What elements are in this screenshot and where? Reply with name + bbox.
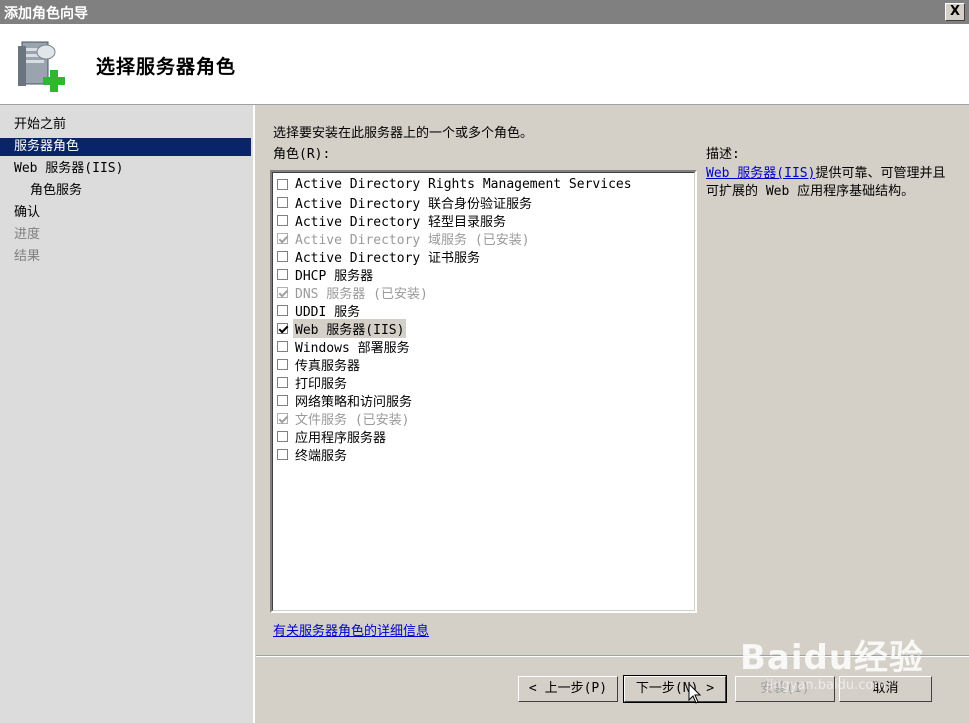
role-item[interactable]: Active Directory 联合身份验证服务 [277,193,533,212]
role-checkbox [277,286,288,298]
role-item[interactable]: UDDI 服务 [277,301,361,320]
role-checkbox[interactable] [277,322,288,334]
role-checkbox[interactable] [277,196,288,208]
next-button[interactable]: 下一步(N) > [623,675,727,703]
role-checkbox[interactable] [277,268,288,280]
role-checkbox[interactable] [277,376,288,388]
role-label: Windows 部署服务 [295,340,410,356]
role-item[interactable]: 传真服务器 [277,355,361,374]
install-button[interactable]: 安装(I) [735,676,835,702]
instruction-text: 选择要安装在此服务器上的一个或多个角色。 [273,126,534,141]
title-bar: 添加角色向导 X [0,0,969,24]
role-item[interactable]: DHCP 服务器 [277,265,374,284]
role-item[interactable]: Active Directory 证书服务 [277,247,481,266]
role-label: 终端服务 [295,448,348,464]
server-add-icon [18,41,65,92]
roles-list[interactable]: Active Directory Rights Management Servi… [270,170,697,613]
role-item[interactable]: 终端服务 [277,445,348,464]
role-label: Active Directory 轻型目录服务 [295,214,507,230]
role-label: Active Directory 域服务 (已安装) [295,232,530,248]
role-item[interactable]: Active Directory Rights Management Servi… [277,175,632,193]
role-label: DHCP 服务器 [295,268,374,284]
main-panel: 选择要安装在此服务器上的一个或多个角色。 角色(R): Active Direc… [256,105,969,655]
role-item: 文件服务 (已安装) [277,409,410,428]
role-label: Web 服务器(IIS) [293,318,407,338]
role-label: 应用程序服务器 [295,430,387,446]
step-role-services[interactable]: 角色服务 [0,182,251,200]
mouse-cursor-icon [688,683,702,704]
role-checkbox[interactable] [277,340,288,352]
role-checkbox[interactable] [277,358,288,370]
close-button[interactable]: X [945,3,965,21]
role-checkbox[interactable] [277,430,288,442]
back-button[interactable]: < 上一步(P) [518,676,618,702]
role-item[interactable]: 应用程序服务器 [277,427,387,446]
role-item[interactable]: 网络策略和访问服务 [277,391,413,410]
roles-label: 角色(R): [273,147,331,162]
role-item: DNS 服务器 (已安装) [277,283,428,302]
step-web-server[interactable]: Web 服务器(IIS) [0,160,251,178]
footer-divider [256,655,969,657]
more-info-link[interactable]: 有关服务器角色的详细信息 [273,620,429,639]
role-label: DNS 服务器 (已安装) [295,286,428,302]
role-label: Active Directory 证书服务 [295,250,481,266]
role-checkbox[interactable] [277,394,288,406]
role-checkbox [277,232,288,244]
step-confirmation[interactable]: 确认 [0,204,251,222]
step-results: 结果 [14,249,41,264]
role-label: Active Directory Rights Management Servi… [295,176,632,192]
role-item[interactable]: Web 服务器(IIS) [277,318,407,338]
description-link[interactable]: Web 服务器(IIS) [706,166,815,181]
step-server-roles[interactable]: 服务器角色 [0,138,251,156]
window-title: 添加角色向导 [4,6,88,22]
step-before-you-begin[interactable]: 开始之前 [0,116,251,134]
wizard-steps: 开始之前 服务器角色 Web 服务器(IIS) 角色服务 确认 进度 结果 [0,105,255,723]
role-item[interactable]: 打印服务 [277,373,348,392]
role-label: 打印服务 [295,376,348,392]
role-label: 网络策略和访问服务 [295,394,413,410]
page-title: 选择服务器角色 [96,56,237,78]
role-checkbox[interactable] [277,304,288,316]
wizard-header: 选择服务器角色 [0,24,969,105]
description-text: Web 服务器(IIS)提供可靠、可管理并且可扩展的 Web 应用程序基础结构。 [706,165,956,201]
role-item[interactable]: Active Directory 轻型目录服务 [277,211,507,230]
description-label: 描述: [706,147,740,162]
role-label: UDDI 服务 [295,304,361,320]
step-progress: 进度 [14,227,41,242]
role-item[interactable]: Windows 部署服务 [277,337,410,356]
role-label: 文件服务 (已安装) [295,412,410,428]
role-checkbox[interactable] [277,448,288,460]
cancel-button[interactable]: 取消 [839,676,932,702]
role-label: Active Directory 联合身份验证服务 [295,196,533,212]
role-checkbox [277,412,288,424]
role-item: Active Directory 域服务 (已安装) [277,229,530,248]
role-checkbox[interactable] [277,178,288,190]
role-checkbox[interactable] [277,250,288,262]
role-label: 传真服务器 [295,358,361,374]
role-checkbox[interactable] [277,214,288,226]
